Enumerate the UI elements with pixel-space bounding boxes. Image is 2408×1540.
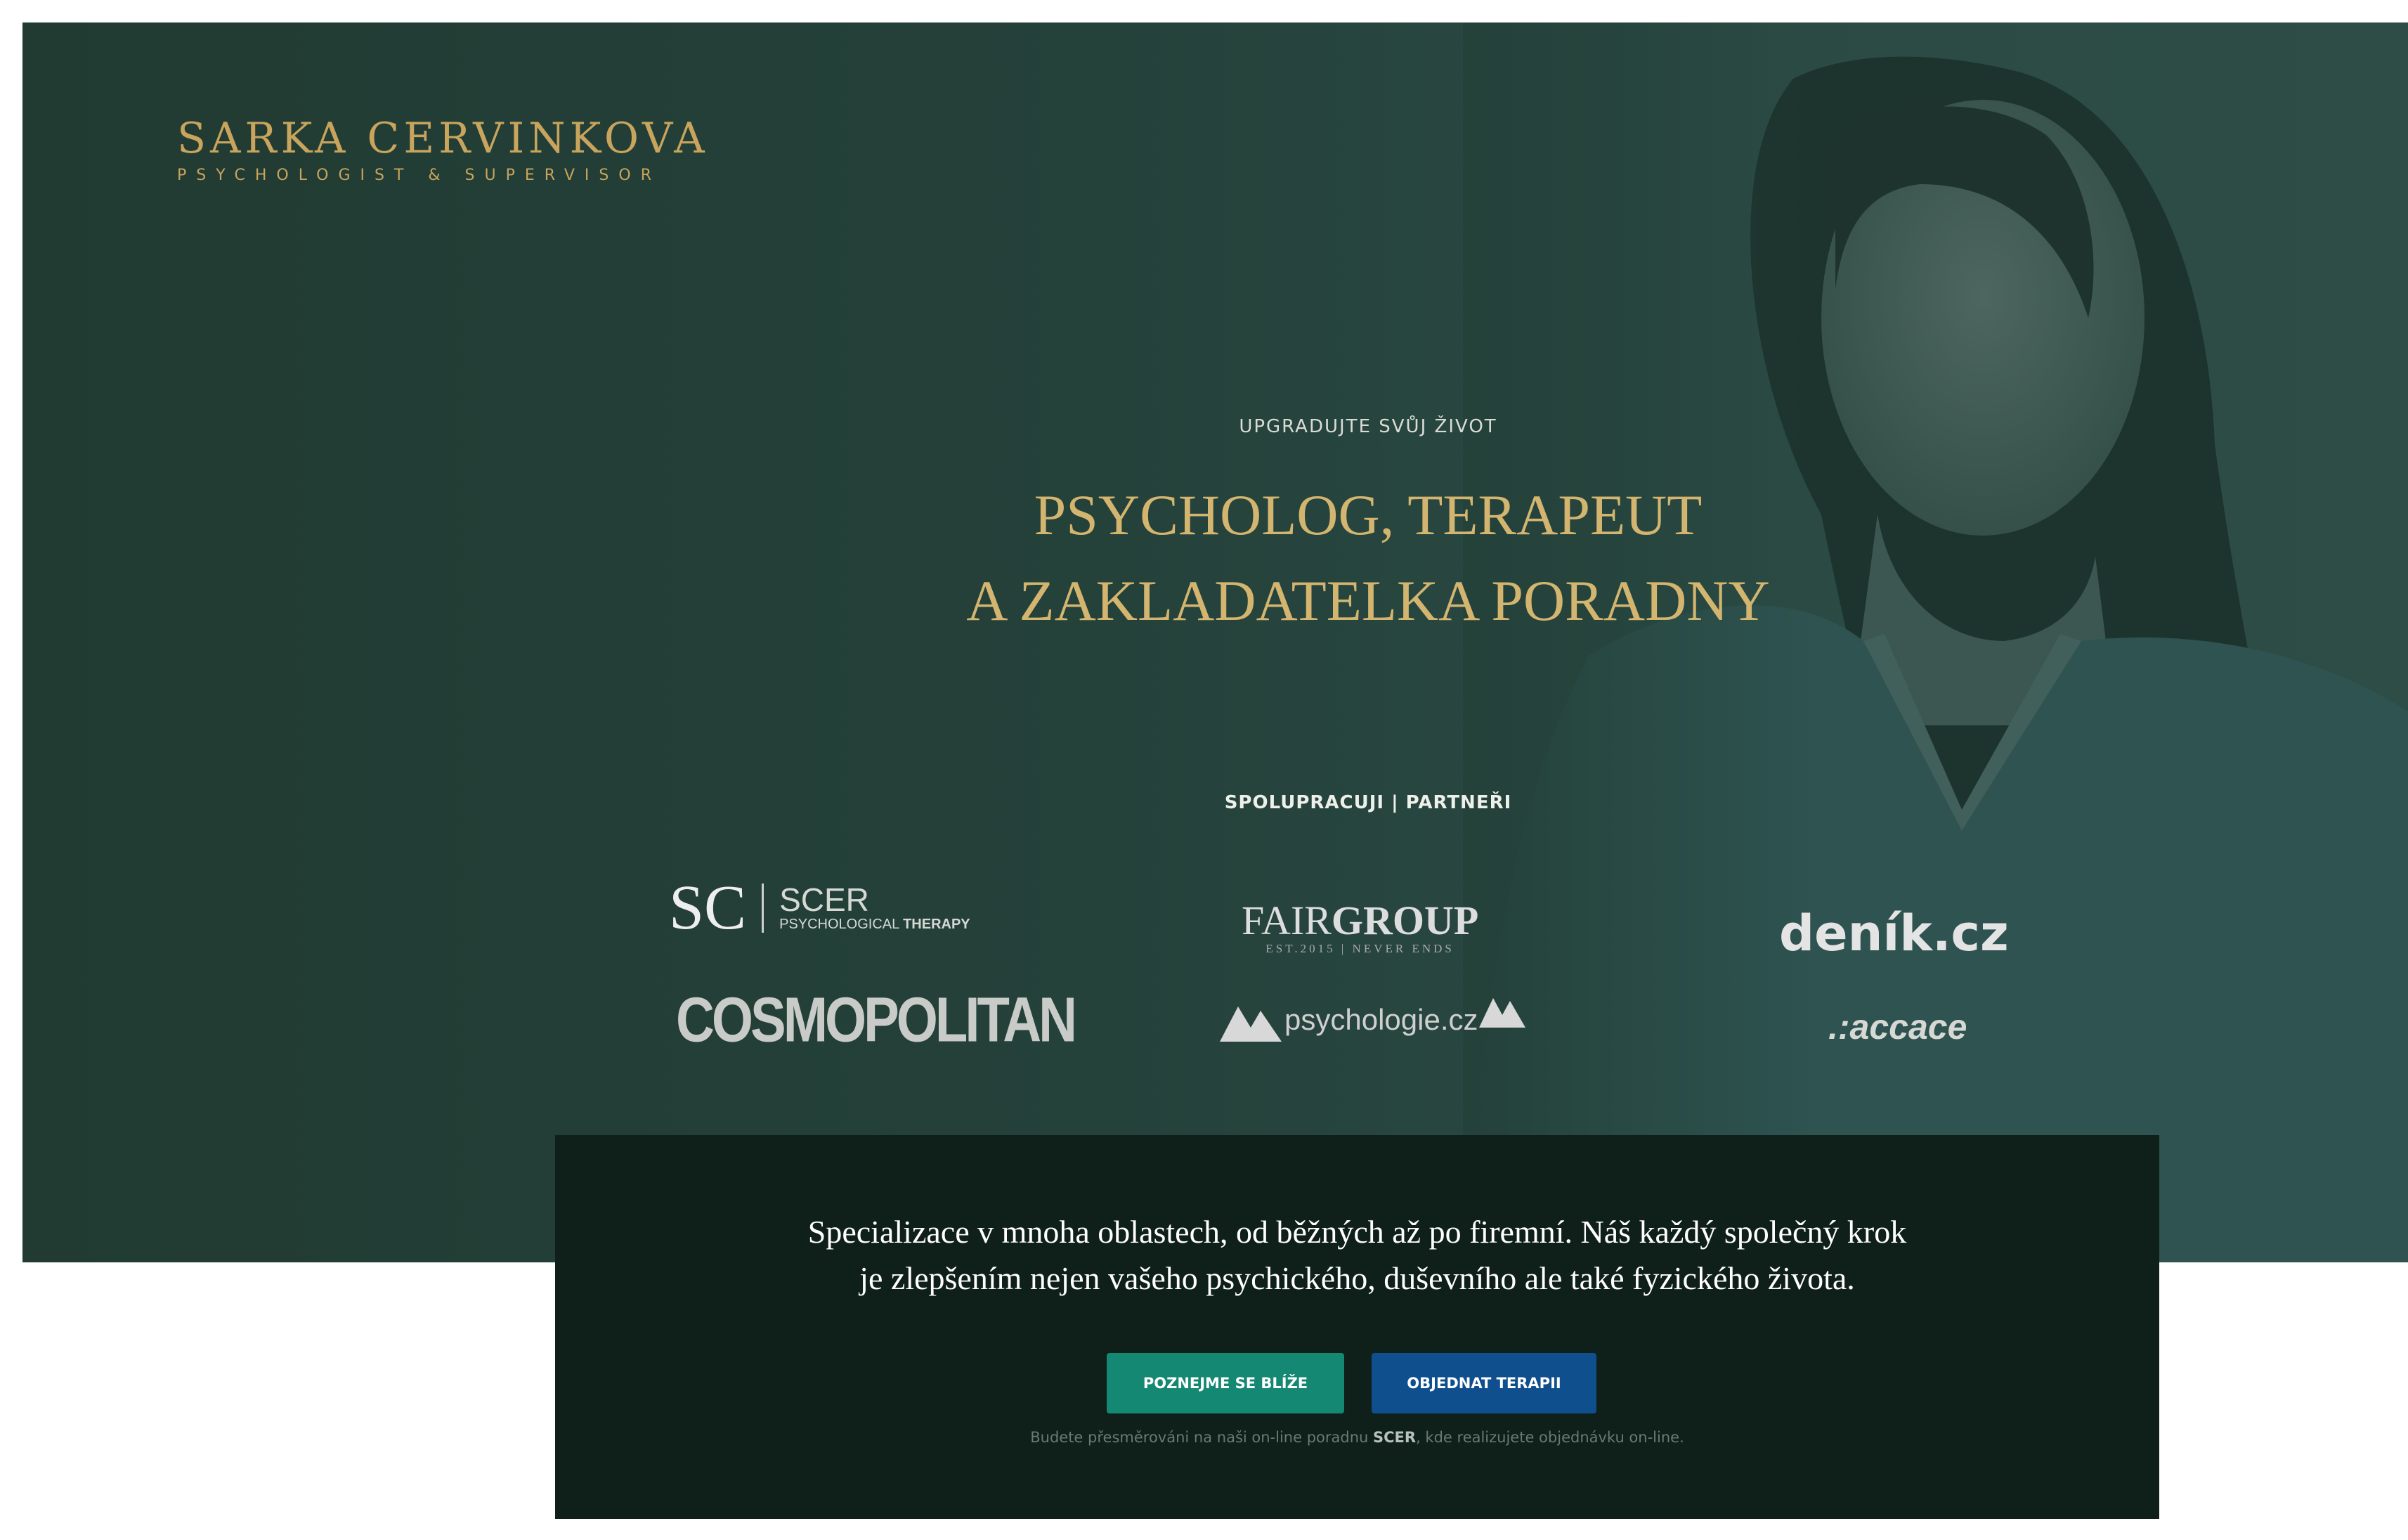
psychologie-mountain-icon-small xyxy=(1479,998,1526,1028)
scer-divider xyxy=(762,884,764,933)
note-before: Budete přesměrováni na naši on-line pora… xyxy=(1030,1429,1374,1446)
psychologie-name: psychologie.cz xyxy=(1284,1003,1478,1037)
book-therapy-button[interactable]: OBJEDNAT TERAPII xyxy=(1372,1353,1596,1413)
intro-line-2: je zlepšením nejen vašeho psychického, d… xyxy=(859,1260,1855,1296)
partner-logo-cosmopolitan: COSMOPOLITAN xyxy=(676,985,1077,1056)
brand-name: SARKA CERVINKOVA xyxy=(177,114,709,163)
scer-subtitle-bold: THERAPY xyxy=(903,917,970,932)
fairgroup-wordmark: FAIRGROUP xyxy=(1242,900,1478,942)
hero-eyebrow: UPGRADUJTE SVŮJ ŽIVOT xyxy=(1239,416,1497,437)
partner-logo-fairgroup: FAIRGROUP EST.2015 | NEVER ENDS xyxy=(1242,900,1478,956)
fairgroup-bold: GROUP xyxy=(1331,898,1479,943)
partners-title: SPOLUPRACUJI | PARTNEŘI xyxy=(1224,792,1512,813)
intro-text: Specializace v mnoha oblastech, od běžný… xyxy=(555,1209,2159,1302)
intro-card: Specializace v mnoha oblastech, od běžný… xyxy=(555,1135,2159,1519)
partner-logo-accace: .:accace xyxy=(1828,1007,1967,1047)
get-to-know-button[interactable]: POZNEJME SE BLÍŽE xyxy=(1107,1353,1344,1413)
hero-headline: PSYCHOLOG, TERAPEUT A ZAKLADATELKA PORAD… xyxy=(22,472,2408,644)
scer-subtitle: PSYCHOLOGICAL THERAPY xyxy=(779,916,970,933)
partner-logo-psychologie: psychologie.cz xyxy=(1217,998,1527,1043)
hero-section: SARKA CERVINKOVA PSYCHOLOGIST & SUPERVIS… xyxy=(22,22,2408,1262)
fairgroup-subtitle: EST.2015 | NEVER ENDS xyxy=(1265,942,1454,955)
fairgroup-light: FAIR xyxy=(1242,898,1332,943)
scer-subtitle-light: PSYCHOLOGICAL xyxy=(779,917,899,932)
scer-monogram: SC xyxy=(669,873,747,943)
scer-name: SCER xyxy=(779,881,869,918)
headline-line-1: PSYCHOLOG, TERAPEUT xyxy=(1034,483,1703,547)
partner-logo-denik: deník.cz xyxy=(1779,905,2009,962)
redirect-note: Budete přesměrováni na naši on-line pora… xyxy=(555,1429,2159,1446)
partner-logo-scer: SC SCER PSYCHOLOGICAL THERAPY xyxy=(669,873,970,943)
psychologie-mountain-icon xyxy=(1220,1007,1282,1042)
note-bold: SCER xyxy=(1373,1429,1417,1446)
brand-tagline: PSYCHOLOGIST & SUPERVISOR xyxy=(177,167,661,184)
intro-line-1: Specializace v mnoha oblastech, od běžný… xyxy=(807,1214,1907,1250)
headline-line-2: A ZAKLADATELKA PORADNY xyxy=(966,569,1770,633)
brand-logo[interactable]: SARKA CERVINKOVA PSYCHOLOGIST & SUPERVIS… xyxy=(177,117,709,184)
note-after: , kde realizujete objednávku on-line. xyxy=(1416,1429,1684,1446)
scer-wordmark: SCER PSYCHOLOGICAL THERAPY xyxy=(779,884,970,933)
